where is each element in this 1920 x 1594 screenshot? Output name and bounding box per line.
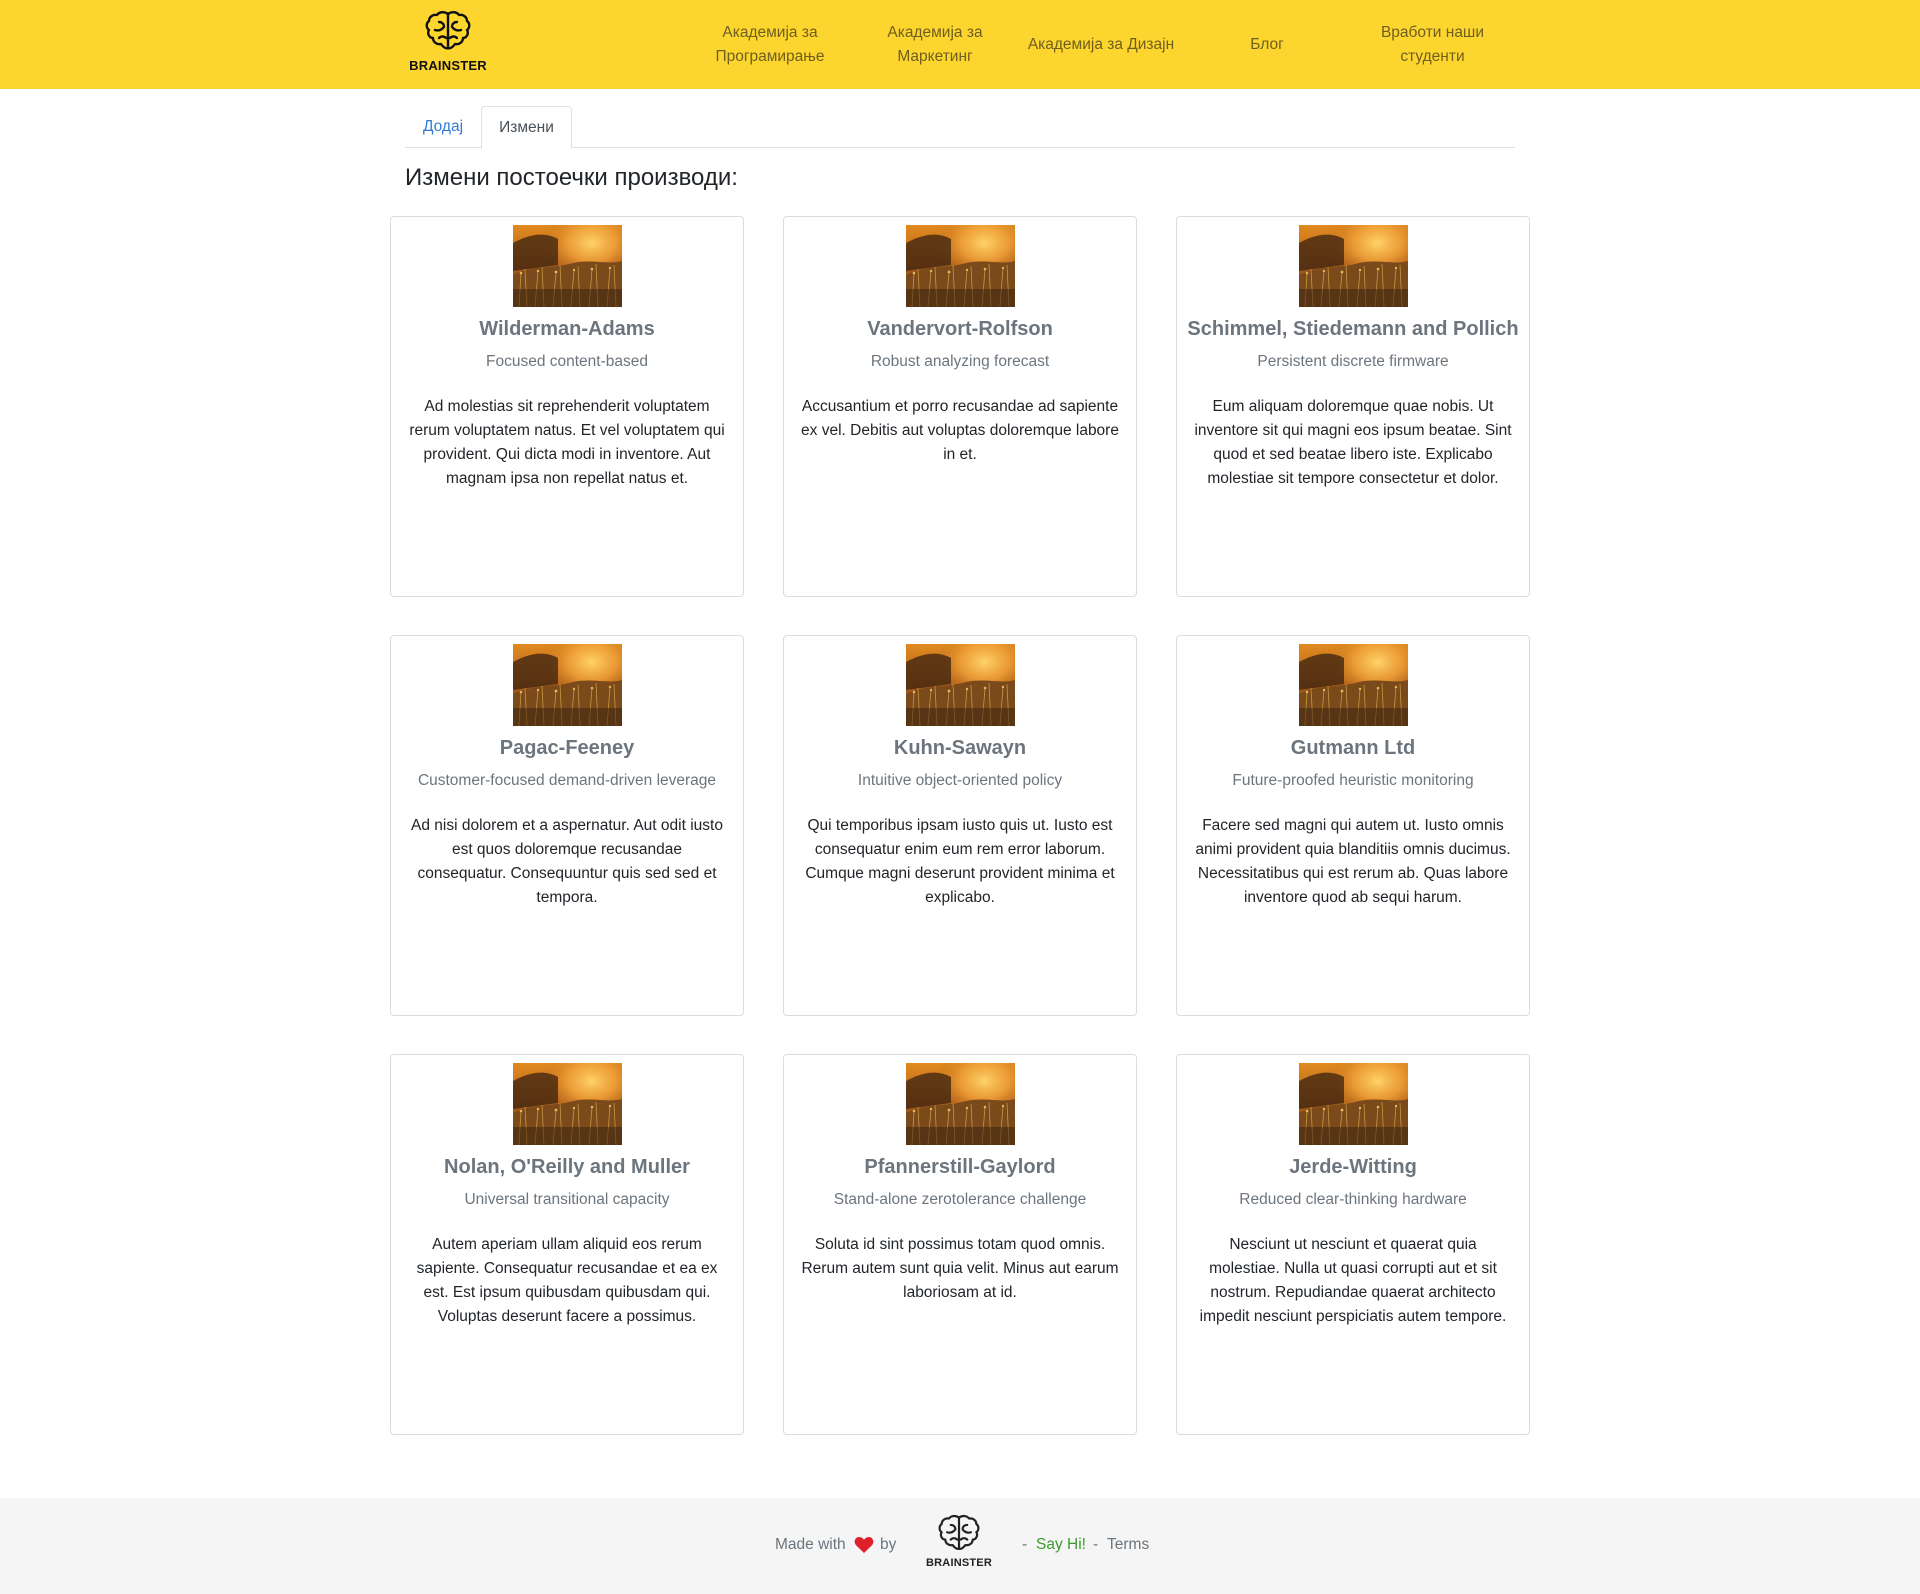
product-image	[906, 1063, 1015, 1145]
footer-brand-name: BRAINSTER	[926, 1557, 992, 1569]
product-card[interactable]: Nolan, O'Reilly and Muller Universal tra…	[390, 1054, 744, 1435]
footer-separator: -	[1093, 1536, 1099, 1553]
nav-marketing-academy[interactable]: Академија за Маркетинг	[865, 0, 1005, 89]
product-subtitle: Universal transitional capacity	[464, 1191, 670, 1208]
brand-logo-link[interactable]: BRAINSTER	[408, 10, 488, 76]
product-description: Qui temporibus ipsam iusto quis ut. Iust…	[805, 817, 1115, 906]
nav-blog[interactable]: Блог	[1232, 0, 1302, 89]
product-title: Wilderman-Adams	[479, 318, 655, 340]
page-title: Измени постоечки производи:	[405, 164, 738, 191]
product-card[interactable]: Vandervort-Rolfson Robust analyzing fore…	[783, 216, 1137, 597]
footer-made-with: Made with	[775, 1536, 846, 1553]
brain-logo-icon	[938, 1514, 980, 1551]
product-tabs: Додај Измени	[405, 106, 1515, 149]
product-image	[1299, 644, 1408, 726]
footer-separator: -	[1022, 1536, 1028, 1553]
product-image	[513, 644, 622, 726]
product-subtitle: Focused content-based	[486, 353, 648, 370]
product-card[interactable]: Pfannerstill-Gaylord Stand-alone zerotol…	[783, 1054, 1137, 1435]
footer-by: by	[880, 1536, 897, 1553]
product-subtitle: Stand-alone zerotolerance challenge	[833, 1191, 1087, 1208]
footer-brand-logo[interactable]: BRAINSTER	[926, 1514, 992, 1569]
product-image	[906, 644, 1015, 726]
product-image	[1299, 225, 1408, 307]
product-subtitle: Future-proofed heuristic monitoring	[1232, 772, 1474, 789]
product-subtitle: Reduced clear-thinking hardware	[1239, 1191, 1467, 1208]
product-title: Kuhn-Sawayn	[893, 737, 1027, 759]
tab-edit[interactable]: Измени	[481, 106, 572, 149]
product-title: Nolan, O'Reilly and Muller	[444, 1156, 690, 1178]
product-description: Eum aliquam doloremque quae nobis. Ut in…	[1194, 398, 1512, 487]
product-card[interactable]: Pagac-Feeney Customer-focused demand-dri…	[390, 635, 744, 1016]
tab-add[interactable]: Додај	[405, 106, 481, 148]
product-title: Pfannerstill-Gaylord	[864, 1156, 1056, 1178]
product-title: Jerde-Witting	[1289, 1156, 1417, 1178]
product-subtitle: Intuitive object-oriented policy	[857, 772, 1063, 789]
nav-design-academy[interactable]: Академија за Дизајн	[1020, 0, 1182, 89]
product-description: Nesciunt ut nesciunt et quaerat quia mol…	[1199, 1236, 1507, 1325]
product-description: Autem aperiam ullam aliquid eos rerum sa…	[416, 1236, 718, 1325]
nav-hire-students[interactable]: Вработи наши студенти	[1365, 0, 1500, 89]
page-footer: Made with by BRAINSTER - Say Hi! - Terms	[0, 1498, 1920, 1594]
product-subtitle: Customer-focused demand-driven leverage	[417, 772, 717, 789]
product-title: Gutmann Ltd	[1290, 737, 1416, 759]
product-image	[906, 225, 1015, 307]
product-description: Ad nisi dolorem et a aspernatur. Aut odi…	[411, 817, 723, 906]
footer-terms-link[interactable]: Terms	[1107, 1536, 1149, 1554]
product-image	[513, 1063, 622, 1145]
brain-logo-icon	[425, 11, 471, 50]
brand-name: BRAINSTER	[409, 58, 487, 73]
product-card[interactable]: Gutmann Ltd Future-proofed heuristic mon…	[1176, 635, 1530, 1016]
product-card[interactable]: Schimmel, Stiedemann and Pollich Persist…	[1176, 216, 1530, 597]
product-title: Pagac-Feeney	[499, 737, 635, 759]
product-card[interactable]: Kuhn-Sawayn Intuitive object-oriented po…	[783, 635, 1137, 1016]
product-subtitle: Persistent discrete firmware	[1257, 353, 1449, 370]
product-card[interactable]: Jerde-Witting Reduced clear-thinking har…	[1176, 1054, 1530, 1435]
product-subtitle: Robust analyzing forecast	[870, 353, 1050, 370]
product-description: Accusantium et porro recusandae ad sapie…	[801, 398, 1119, 463]
product-image	[513, 225, 622, 307]
nav-programming-academy[interactable]: Академија за Програмирање	[690, 0, 850, 89]
top-navbar: BRAINSTER Академија за Програмирање Акад…	[0, 0, 1920, 89]
footer-say-hi-link[interactable]: Say Hi!	[1036, 1536, 1086, 1554]
product-title: Schimmel, Stiedemann and Pollich	[1187, 318, 1519, 340]
heart-icon	[854, 1536, 874, 1553]
product-title: Vandervort-Rolfson	[867, 318, 1053, 340]
product-description: Ad molestias sit reprehenderit voluptate…	[409, 398, 725, 487]
product-description: Soluta id sint possimus totam quod omnis…	[801, 1236, 1119, 1301]
product-description: Facere sed magni qui autem ut. Iusto omn…	[1195, 817, 1511, 906]
product-image	[1299, 1063, 1408, 1145]
product-card[interactable]: Wilderman-Adams Focused content-based Ad…	[390, 216, 744, 597]
